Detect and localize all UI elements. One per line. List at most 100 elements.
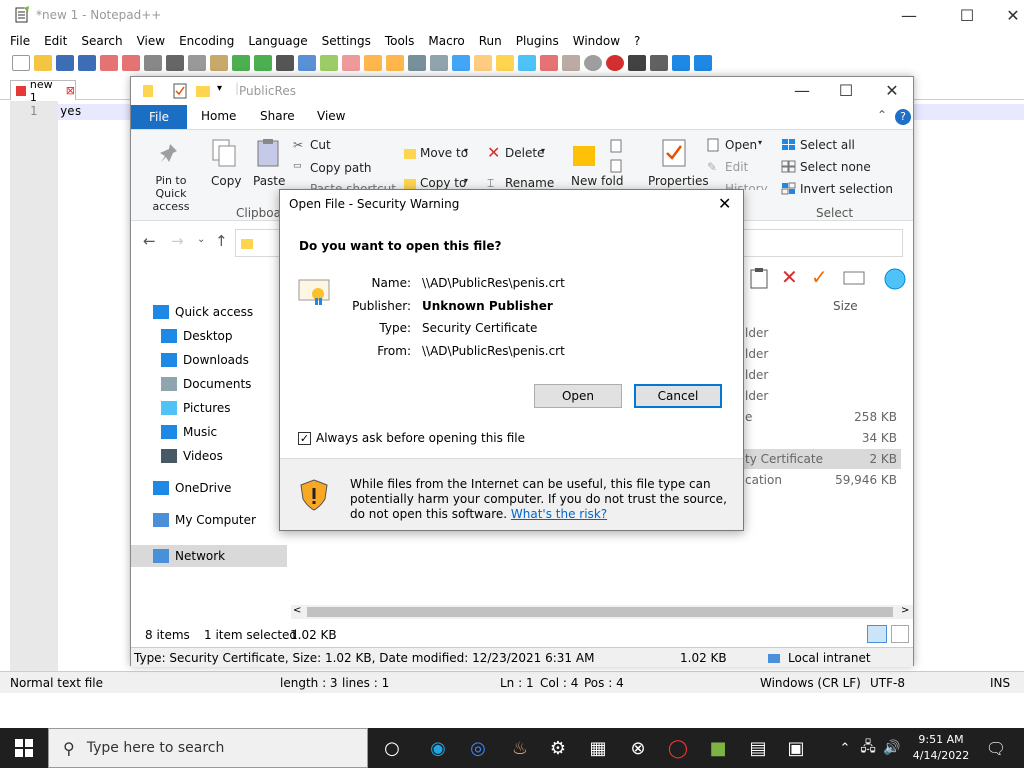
- show-all-icon[interactable]: [430, 55, 448, 71]
- up-icon[interactable]: ↑: [215, 232, 228, 250]
- replace-icon[interactable]: [298, 55, 316, 71]
- explorer-close-button[interactable]: ✕: [869, 77, 915, 103]
- menu-edit[interactable]: Edit: [44, 34, 67, 48]
- network-tray-icon[interactable]: 🖧: [858, 734, 878, 762]
- java-icon[interactable]: ♨: [506, 734, 534, 762]
- new-item-icon[interactable]: [609, 138, 627, 174]
- save-macro-icon[interactable]: [694, 55, 712, 71]
- large-icons-view-icon[interactable]: [891, 625, 909, 643]
- ribbon-collapse-icon[interactable]: ⌃: [877, 108, 887, 122]
- minimize-button[interactable]: —: [886, 0, 932, 30]
- cancel-button[interactable]: Cancel: [634, 384, 722, 408]
- nav-item-documents[interactable]: Documents: [161, 377, 251, 391]
- toolbar-check-icon[interactable]: ✓: [811, 265, 828, 289]
- maximize-button[interactable]: ☐: [944, 0, 990, 30]
- file-row[interactable]: lder: [731, 386, 901, 406]
- doc-map-icon[interactable]: [496, 55, 514, 71]
- undo-icon[interactable]: [232, 55, 250, 71]
- back-icon[interactable]: ←: [143, 232, 156, 250]
- file-row[interactable]: 34 KB: [731, 428, 901, 448]
- new-file-icon[interactable]: [12, 55, 30, 71]
- properties-large-icon[interactable]: [661, 138, 687, 168]
- help-icon[interactable]: ?: [895, 109, 911, 125]
- record-macro-icon[interactable]: [606, 55, 624, 71]
- edit-button[interactable]: Edit: [725, 160, 748, 174]
- delete-button[interactable]: Delete: [505, 146, 544, 160]
- xbox-icon[interactable]: ⊗: [624, 734, 652, 762]
- new-folder-icon[interactable]: [195, 83, 211, 99]
- print-icon[interactable]: [144, 55, 162, 71]
- opera-icon[interactable]: ◯: [664, 734, 692, 762]
- new-folder-large-icon[interactable]: [571, 140, 597, 170]
- store-icon[interactable]: ▣: [782, 734, 810, 762]
- find-icon[interactable]: [276, 55, 294, 71]
- play-macro-icon[interactable]: [650, 55, 668, 71]
- edge-icon[interactable]: ◉: [424, 734, 452, 762]
- tab-close-icon[interactable]: ⊠: [66, 84, 75, 97]
- details-view-icon[interactable]: [867, 625, 887, 643]
- tab-home[interactable]: Home: [201, 109, 236, 123]
- zoom-out-icon[interactable]: [342, 55, 360, 71]
- paste-button[interactable]: Paste: [253, 174, 285, 188]
- file-row[interactable]: lder: [731, 344, 901, 364]
- save-all-icon[interactable]: [78, 55, 96, 71]
- move-to-button[interactable]: Move to: [420, 146, 468, 160]
- toolbar-delete-icon[interactable]: ✕: [781, 265, 798, 289]
- nav-item-onedrive[interactable]: OneDrive: [153, 481, 231, 495]
- select-all-button[interactable]: Select all: [800, 138, 855, 152]
- sync-h-icon[interactable]: [386, 55, 404, 71]
- paste-icon[interactable]: [210, 55, 228, 71]
- close-file-icon[interactable]: [100, 55, 118, 71]
- menu-window[interactable]: Window: [573, 34, 620, 48]
- file-row[interactable]: lder: [731, 365, 901, 385]
- nav-item-music[interactable]: Music: [161, 425, 217, 439]
- menu-run[interactable]: Run: [479, 34, 502, 48]
- tab-file[interactable]: File: [131, 105, 187, 129]
- always-ask-label[interactable]: Always ask before opening this file: [316, 431, 525, 445]
- menu-help[interactable]: ?: [634, 34, 640, 48]
- function-list-icon[interactable]: [518, 55, 536, 71]
- new-folder-button[interactable]: New fold: [571, 174, 624, 185]
- clock[interactable]: 9:51 AM 4/14/2022: [912, 732, 970, 764]
- menu-macro[interactable]: Macro: [428, 34, 464, 48]
- explorer-minimize-button[interactable]: —: [779, 77, 825, 103]
- properties-icon[interactable]: [173, 83, 187, 99]
- volume-icon[interactable]: 🔊: [882, 734, 902, 762]
- calendar-icon[interactable]: ▦: [584, 734, 612, 762]
- open-ribbon-button[interactable]: Open: [725, 138, 757, 152]
- dialog-close-button[interactable]: ✕: [718, 194, 731, 213]
- redo-icon[interactable]: [254, 55, 272, 71]
- menu-file[interactable]: File: [10, 34, 30, 48]
- word-wrap-icon[interactable]: [408, 55, 426, 71]
- menu-view[interactable]: View: [137, 34, 165, 48]
- save-icon[interactable]: [56, 55, 74, 71]
- copy-to-button[interactable]: Copy to: [420, 176, 466, 190]
- invert-selection-button[interactable]: Invert selection: [800, 182, 893, 196]
- whats-the-risk-link[interactable]: What's the risk?: [511, 507, 607, 521]
- open-dropdown-icon[interactable]: ▾: [758, 138, 762, 147]
- pin-icon[interactable]: [157, 140, 183, 170]
- qat-dropdown-icon[interactable]: ▾: [217, 83, 222, 94]
- cut-icon[interactable]: [166, 55, 184, 71]
- scroll-thumb[interactable]: [307, 607, 893, 617]
- run-multiple-icon[interactable]: [672, 55, 690, 71]
- forward-icon[interactable]: →: [171, 232, 184, 250]
- open-file-icon[interactable]: [34, 55, 52, 71]
- clapperboard-icon[interactable]: ▤: [744, 734, 772, 762]
- menu-encoding[interactable]: Encoding: [179, 34, 234, 48]
- chrome-icon[interactable]: ◎: [464, 734, 492, 762]
- show-hidden-icons[interactable]: ⌃: [836, 734, 854, 762]
- scroll-left-icon[interactable]: <: [293, 605, 301, 616]
- nav-item-desktop[interactable]: Desktop: [161, 329, 233, 343]
- nav-item-quick-access[interactable]: Quick access: [153, 305, 253, 319]
- clipboard-icon[interactable]: [749, 267, 769, 289]
- copy-icon[interactable]: [188, 55, 206, 71]
- rename-button[interactable]: Rename: [505, 176, 554, 190]
- file-row[interactable]: e 258 KB: [731, 407, 901, 427]
- always-ask-checkbox[interactable]: ✓: [298, 431, 311, 445]
- menu-settings[interactable]: Settings: [322, 34, 371, 48]
- nav-item-pictures[interactable]: Pictures: [161, 401, 231, 415]
- tab-share[interactable]: Share: [260, 109, 295, 123]
- tab-new-1[interactable]: new 1 ⊠: [10, 78, 76, 104]
- record-off-icon[interactable]: [584, 55, 602, 71]
